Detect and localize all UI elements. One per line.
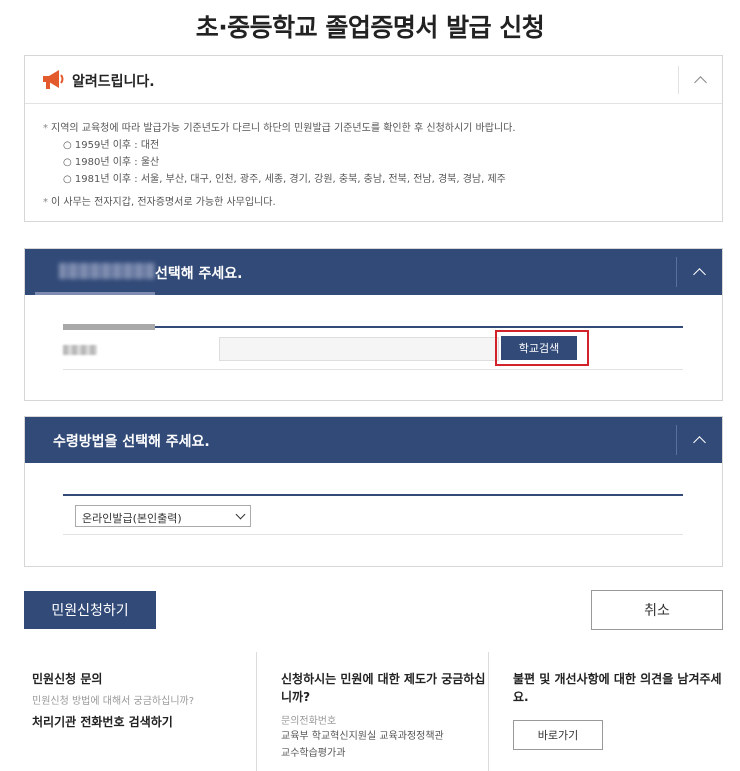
megaphone-icon (43, 70, 64, 89)
receive-method-select[interactable]: 온라인발급(본인출력) (75, 505, 251, 527)
highlight-box (495, 330, 589, 366)
footer-text: 교육부 학교혁신지원실 교육과정정책관 (281, 731, 444, 742)
notice-item: ○ 1981년 이후 : 서울, 부산, 대구, 인천, 광주, 세종, 경기,… (63, 174, 506, 185)
redacted-label-bar (63, 324, 155, 330)
footer-title: 민원신청 문의 (32, 672, 103, 686)
row-divider (155, 326, 683, 328)
notice-line: 이 사무는 전자지갑, 전자증명서로 가능한 사무입니다. (43, 194, 722, 211)
receive-section-collapse-toggle[interactable] (676, 425, 722, 455)
row-divider (63, 494, 683, 496)
school-name-input[interactable] (219, 337, 499, 361)
apply-button[interactable]: 민원신청하기 (24, 591, 156, 629)
footer-label: 문의전화번호 (281, 716, 337, 727)
redacted-label (63, 345, 97, 355)
redacted-underline (35, 292, 155, 295)
notice-body: 지역의 교육청에 따라 발급가능 기준년도가 다르니 하단의 민원발급 기준년도… (25, 104, 722, 211)
footer-title: 불편 및 개선사항에 대한 의견을 남겨주세요. (513, 672, 722, 704)
row-divider (63, 534, 683, 535)
select-value: 온라인발급(본인출력) (82, 512, 182, 525)
page-title: 초·중등학교 졸업증명서 발급 신청 (195, 13, 545, 42)
chevron-up-icon (693, 268, 706, 281)
receive-section-title: 수령방법을 선택해 주세요. (53, 434, 210, 450)
goto-button[interactable]: 바로가기 (513, 720, 603, 750)
footer-col-inquiry: 민원신청 문의 민원신청 방법에 대해서 궁금하십니까? 처리기관 전화번호 검… (32, 652, 254, 771)
notice-header: 알려드립니다. (25, 56, 722, 104)
chevron-up-icon (693, 436, 706, 449)
redacted-text (59, 263, 155, 279)
notice-title: 알려드립니다. (72, 74, 155, 90)
school-section-collapse-toggle[interactable] (676, 257, 722, 287)
footer-subtitle: 민원신청 방법에 대해서 궁금하십니까? (32, 696, 195, 707)
phone-search-link[interactable]: 처리기관 전화번호 검색하기 (32, 713, 254, 730)
notice-panel: 알려드립니다. 지역의 교육청에 따라 발급가능 기준년도가 다르니 하단의 민… (24, 55, 723, 222)
notice-item: ○ 1980년 이후 : 울산 (63, 157, 160, 168)
footer-col-policy: 신청하시는 민원에 대한 제도가 궁금하십니까? 문의전화번호 교육부 학교혁신… (256, 652, 488, 771)
chevron-down-icon (235, 509, 246, 520)
school-section-title: 선택해 주세요. (155, 266, 243, 282)
row-divider (63, 369, 683, 370)
school-section: 선택해 주세요. 학교검색 (24, 248, 723, 401)
footer-col-feedback: 불편 및 개선사항에 대한 의견을 남겨주세요. 바로가기 (488, 652, 723, 771)
notice-line: 지역의 교육청에 따라 발급가능 기준년도가 다르니 하단의 민원발급 기준년도… (43, 120, 722, 137)
receive-section-header: 수령방법을 선택해 주세요. (25, 417, 722, 463)
footer-title: 신청하시는 민원에 대한 제도가 궁금하십니까? (281, 672, 486, 704)
school-section-header: 선택해 주세요. (25, 249, 722, 295)
footer-text: 교수학습평가과 (281, 748, 346, 759)
cancel-button[interactable]: 취소 (591, 590, 723, 630)
footer-help: 민원신청 문의 민원신청 방법에 대해서 궁금하십니까? 처리기관 전화번호 검… (24, 652, 723, 771)
receive-method-section: 수령방법을 선택해 주세요. 온라인발급(본인출력) (24, 416, 723, 567)
chevron-up-icon (694, 76, 707, 89)
notice-collapse-toggle[interactable] (678, 66, 722, 94)
notice-item: ○ 1959년 이후 : 대전 (63, 140, 160, 151)
